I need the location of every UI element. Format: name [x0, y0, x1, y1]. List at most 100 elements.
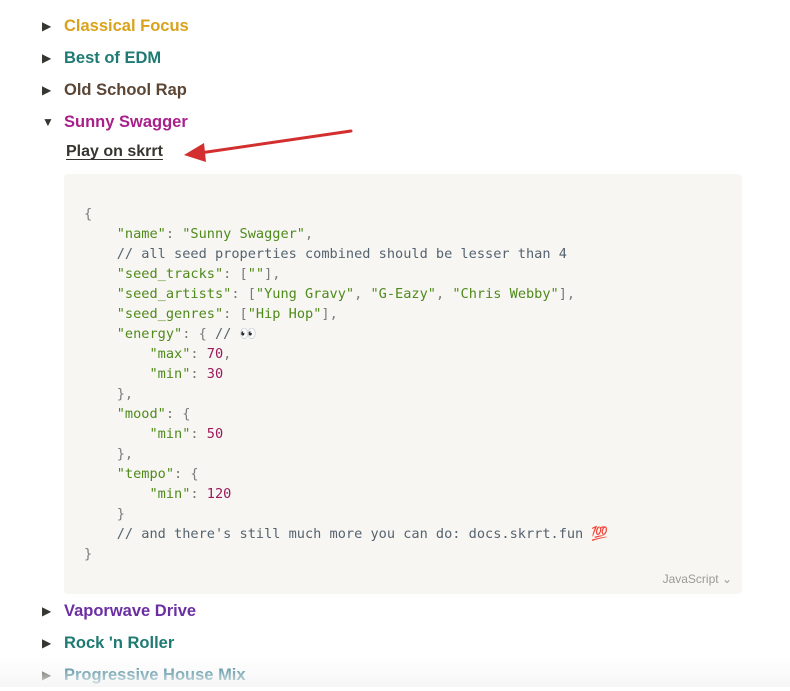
code-token: ],: [558, 286, 576, 302]
code-token: // all seed properties combined should b…: [116, 246, 567, 262]
triangle-right-icon[interactable]: ▶: [42, 668, 64, 682]
code-line: // and there's still much more you can d…: [84, 526, 609, 542]
toggle-title: Progressive House Mix: [64, 665, 246, 684]
code-line: "min": 30: [84, 366, 223, 382]
code-line: // all seed properties combined should b…: [84, 246, 567, 262]
toggle-classical-focus[interactable]: ▶ Classical Focus: [42, 10, 189, 42]
code-token: "tempo": [116, 466, 175, 482]
triangle-right-icon[interactable]: ▶: [42, 51, 64, 65]
code-token: : [: [223, 266, 248, 282]
toggle-title: Classical Focus: [64, 16, 189, 35]
code-line: "max": 70,: [84, 346, 231, 362]
code-token: "min": [149, 486, 191, 502]
code-token: :: [165, 226, 183, 242]
code-token: "seed_tracks": [116, 266, 224, 282]
code-token: }: [116, 506, 125, 522]
code-content: { "name": "Sunny Swagger", // all seed p…: [84, 204, 608, 564]
code-line: "energy": { // 👀: [84, 326, 257, 342]
toggle-title: Vaporwave Drive: [64, 601, 197, 620]
code-token: ,: [435, 286, 453, 302]
code-token: : [: [231, 286, 256, 302]
code-token: 50: [206, 426, 224, 442]
code-token: ],: [264, 266, 281, 282]
code-token: :: [190, 426, 207, 442]
code-token: "seed_genres": [116, 306, 224, 322]
toggle-title: Sunny Swagger: [64, 112, 188, 131]
code-line: {: [84, 206, 92, 222]
code-token: : {: [174, 466, 199, 482]
toggle-sunny-swagger[interactable]: ▼ Sunny Swagger: [42, 106, 188, 138]
code-token: // and there's still much more you can d…: [116, 526, 609, 542]
code-line: "name": "Sunny Swagger",: [84, 226, 313, 242]
code-line: "mood": {: [84, 406, 191, 422]
triangle-right-icon[interactable]: ▶: [42, 604, 64, 618]
code-token: : {: [182, 326, 215, 342]
code-token: "G-Eazy": [370, 286, 436, 302]
code-token: ,: [223, 346, 232, 362]
code-line: "min": 120: [84, 486, 231, 502]
code-token: {: [84, 206, 93, 222]
code-token: },: [116, 446, 134, 462]
code-line: }: [84, 546, 92, 562]
code-token: : [: [223, 306, 248, 322]
code-block: { "name": "Sunny Swagger", // all seed p…: [64, 174, 742, 594]
code-token: ,: [354, 286, 371, 302]
code-token: "Sunny Swagger": [182, 226, 305, 242]
code-token: "name": [116, 226, 166, 242]
code-token: "Chris Webby": [452, 286, 559, 302]
code-token: }: [84, 546, 93, 562]
code-token: // 👀: [214, 326, 257, 342]
toggle-old-school-rap[interactable]: ▶ Old School Rap: [42, 74, 187, 106]
code-token: ,: [305, 226, 314, 242]
code-line: "tempo": {: [84, 466, 199, 482]
code-token: : {: [165, 406, 191, 422]
triangle-right-icon[interactable]: ▶: [42, 636, 64, 650]
code-language-selector[interactable]: JavaScript ⌄: [663, 572, 732, 586]
code-token: "Yung Gravy": [255, 286, 355, 302]
toggle-progressive-house-mix[interactable]: ▶ Progressive House Mix: [42, 659, 246, 691]
toggle-title: Best of EDM: [64, 48, 162, 67]
toggle-title: Rock 'n Roller: [64, 633, 175, 652]
code-token: "energy": [116, 326, 183, 342]
code-token: },: [116, 386, 134, 402]
triangle-right-icon[interactable]: ▶: [42, 83, 64, 97]
toggle-best-of-edm[interactable]: ▶ Best of EDM: [42, 42, 161, 74]
code-token: :: [190, 486, 207, 502]
play-on-skrrt-link[interactable]: Play on skrrt: [66, 143, 163, 161]
triangle-down-icon[interactable]: ▼: [42, 115, 64, 129]
code-line: "min": 50: [84, 426, 223, 442]
code-token: 120: [206, 486, 232, 502]
code-token: "seed_artists": [116, 286, 232, 302]
code-line: },: [84, 446, 133, 462]
code-token: "min": [149, 426, 191, 442]
code-line: "seed_tracks": [""],: [84, 266, 281, 282]
code-language-label: JavaScript: [662, 572, 719, 586]
code-token: :: [190, 366, 207, 382]
toggle-rock-n-roller[interactable]: ▶ Rock 'n Roller: [42, 627, 174, 659]
toggle-title: Old School Rap: [64, 80, 187, 99]
triangle-right-icon[interactable]: ▶: [42, 19, 64, 33]
toggle-vaporwave-drive[interactable]: ▶ Vaporwave Drive: [42, 595, 196, 627]
code-token: :: [190, 346, 207, 362]
chevron-down-icon: ⌄: [721, 572, 732, 586]
code-token: ],: [321, 306, 338, 322]
code-token: "Hip Hop": [247, 306, 322, 322]
code-token: 70: [206, 346, 224, 362]
code-token: "": [247, 266, 265, 282]
code-token: 30: [206, 366, 224, 382]
